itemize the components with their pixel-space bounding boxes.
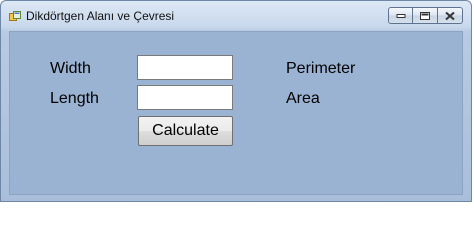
title-bar[interactable]: Dikdörtgen Alanı ve Çevresi [1,1,471,31]
maximize-icon [420,11,430,20]
width-input[interactable] [137,55,233,80]
length-label: Length [50,90,99,107]
caption-buttons [388,7,463,25]
minimize-icon [396,13,405,18]
calculate-button[interactable]: Calculate [138,116,233,146]
app-form-icon [9,10,21,22]
minimize-button[interactable] [388,7,413,24]
perimeter-label: Perimeter [286,60,356,77]
close-icon [445,11,455,20]
window-title: Dikdörtgen Alanı ve Çevresi [26,9,175,23]
maximize-button[interactable] [413,7,438,24]
width-label: Width [50,60,91,77]
form-client-area: Width Length Perimeter Area Calculate [9,31,463,195]
length-input[interactable] [137,85,233,110]
close-button[interactable] [438,7,463,24]
area-label: Area [286,90,320,107]
app-window: Dikdörtgen Alanı ve Çevresi Width Length… [0,0,472,202]
